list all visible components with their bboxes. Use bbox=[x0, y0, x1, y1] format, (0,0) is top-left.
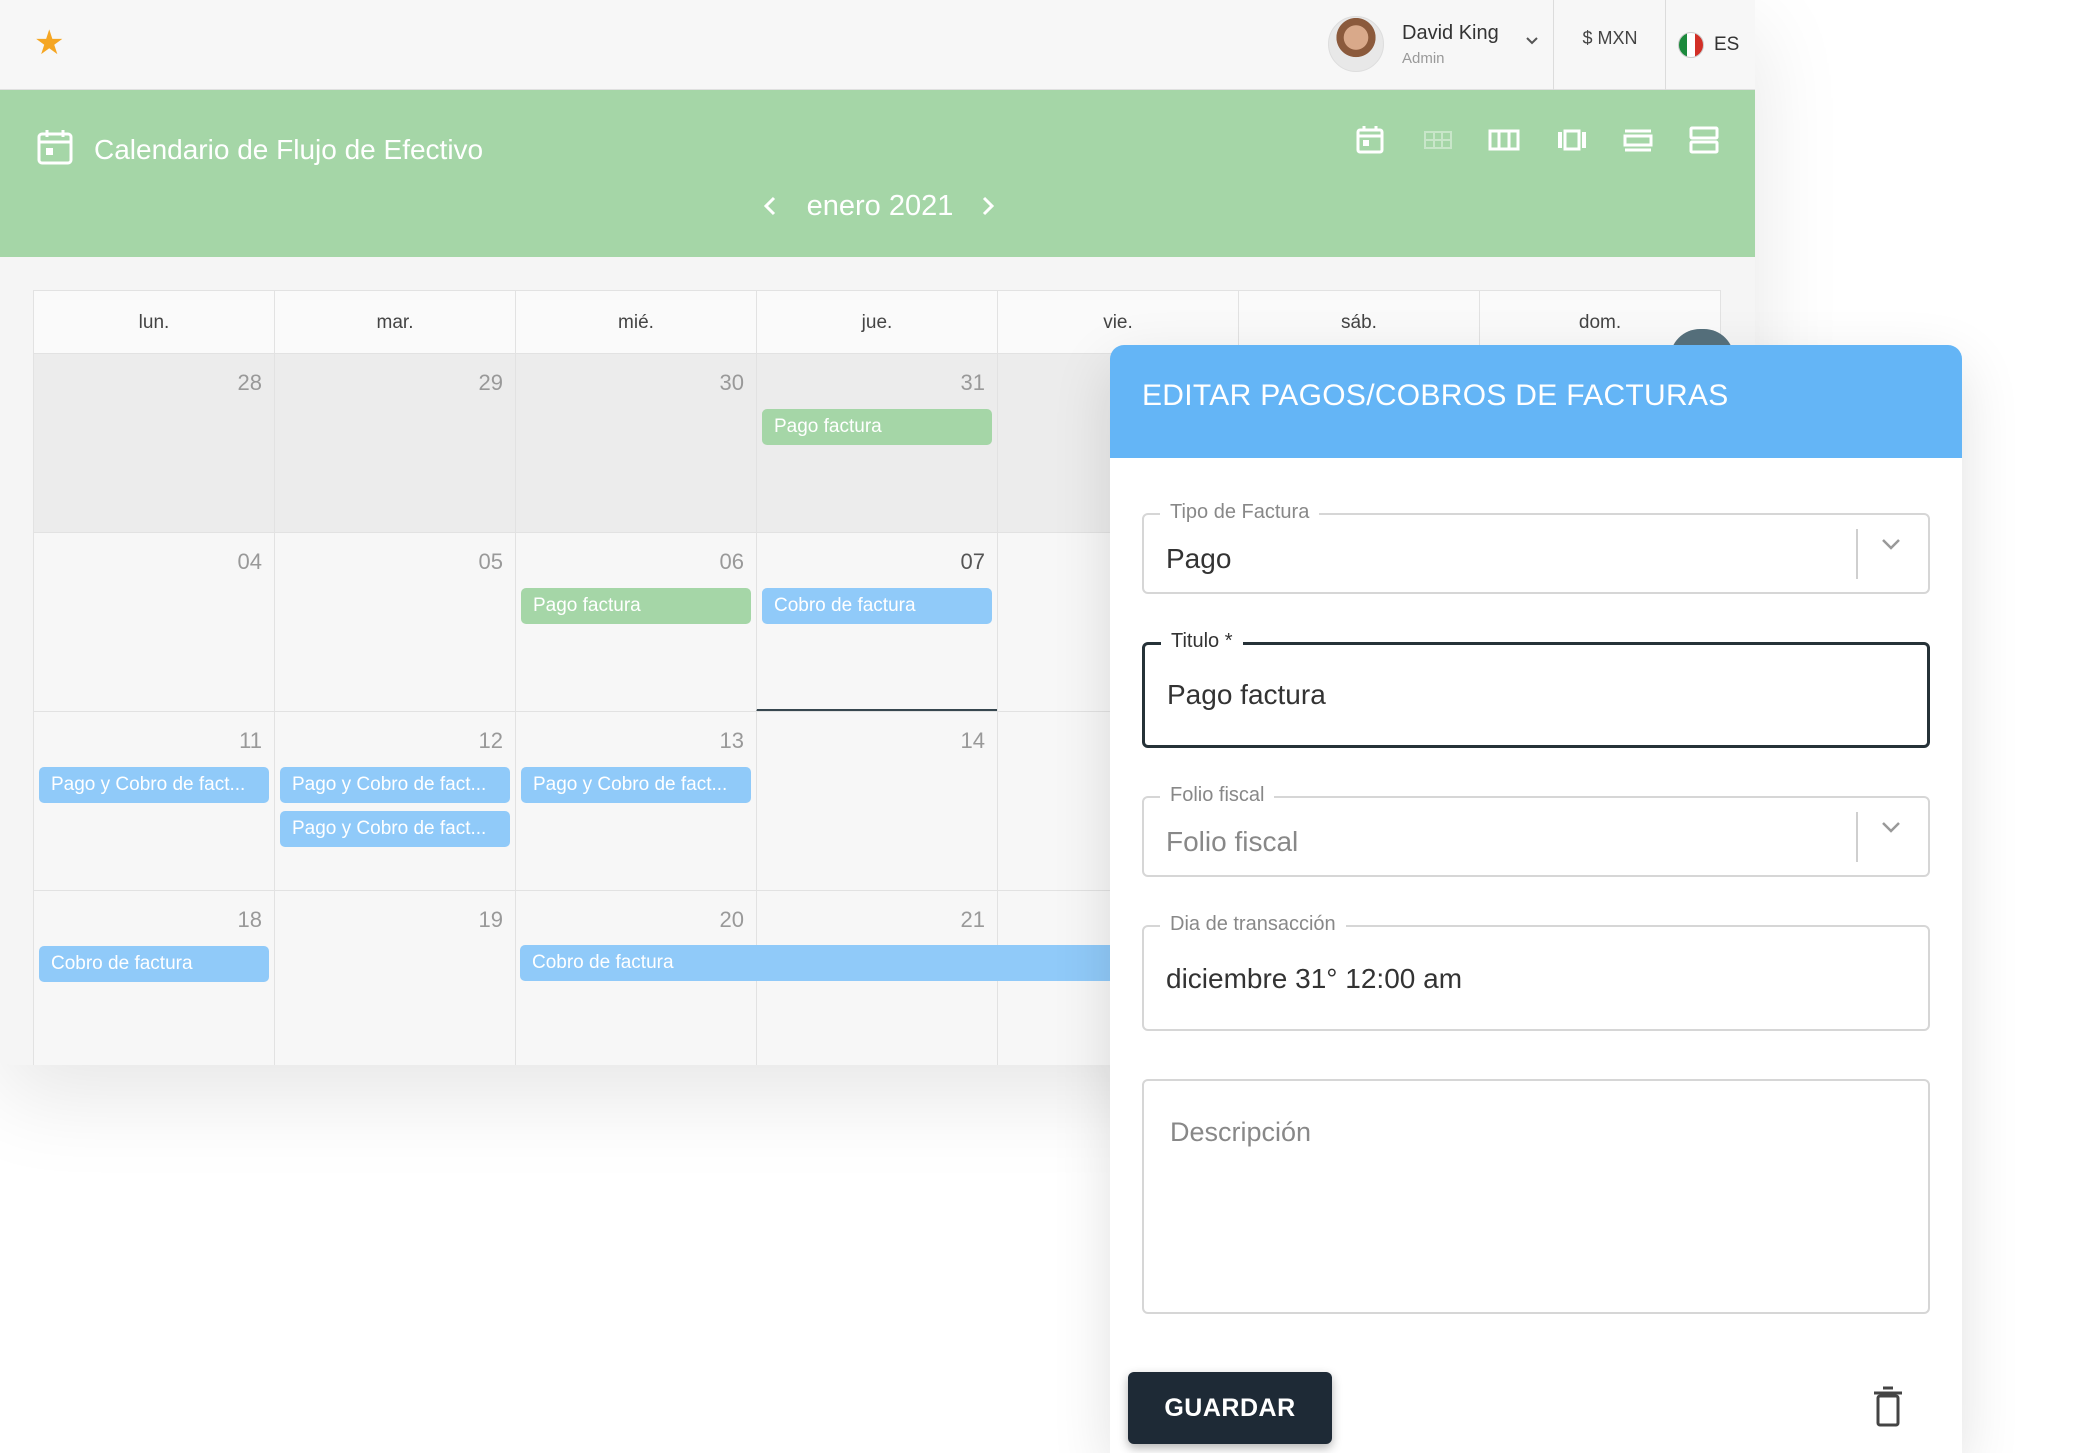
event-cobro[interactable]: Cobro de factura bbox=[762, 588, 992, 624]
edit-invoice-dialog: EDITAR PAGOS/COBROS DE FACTURAS Tipo de … bbox=[1110, 329, 1962, 1453]
day-number: 07 bbox=[960, 549, 985, 574]
day-number: 18 bbox=[237, 907, 262, 932]
next-month-button[interactable] bbox=[978, 192, 998, 226]
day-cell[interactable]: 14 bbox=[756, 711, 998, 891]
dialog-header: EDITAR PAGOS/COBROS DE FACTURAS bbox=[1110, 345, 1962, 458]
day-view-icon[interactable] bbox=[1352, 122, 1388, 158]
event-pago-cobro[interactable]: Pago y Cobro de fact... bbox=[280, 767, 510, 803]
field-label: Titulo * bbox=[1161, 630, 1243, 653]
language-code: ES bbox=[1714, 34, 1740, 55]
chevron-down-icon[interactable] bbox=[1524, 32, 1540, 53]
day-cell[interactable]: 05 bbox=[274, 532, 516, 712]
day-cell-today[interactable]: 07 Cobro de factura bbox=[756, 532, 998, 712]
field-placeholder: Descripción bbox=[1170, 1117, 1312, 1147]
day-number: 21 bbox=[960, 907, 985, 932]
day-cell[interactable]: 13 Pago y Cobro de fact... bbox=[515, 711, 757, 891]
dialog-title: EDITAR PAGOS/COBROS DE FACTURAS bbox=[1142, 379, 1729, 412]
weekday-header: mar. bbox=[274, 290, 516, 354]
day-cell[interactable]: 28 bbox=[33, 353, 275, 533]
field-label: Dia de transacción bbox=[1160, 913, 1346, 936]
event-pago[interactable]: Pago factura bbox=[521, 588, 751, 624]
trash-icon[interactable] bbox=[1870, 1385, 1906, 1429]
divider bbox=[1665, 0, 1666, 90]
day-number: 12 bbox=[478, 728, 503, 753]
currency-selector[interactable]: $ MXN bbox=[1556, 28, 1664, 49]
current-month-label: enero 2021 bbox=[806, 190, 954, 222]
divider bbox=[1553, 0, 1554, 90]
day-cell[interactable]: 30 bbox=[515, 353, 757, 533]
user-menu[interactable]: David King Admin bbox=[1328, 14, 1552, 76]
day-number: 11 bbox=[239, 728, 262, 753]
day-cell[interactable]: 29 bbox=[274, 353, 516, 533]
day-number: 20 bbox=[719, 907, 744, 932]
day-number: 06 bbox=[719, 549, 744, 574]
day-number: 04 bbox=[237, 549, 262, 574]
mexico-flag-icon bbox=[1678, 32, 1704, 58]
field-value: Pago factura bbox=[1167, 679, 1326, 710]
chevron-down-icon[interactable] bbox=[1878, 814, 1904, 840]
calendar-icon bbox=[37, 130, 73, 165]
field-value: diciembre 31° 12:00 am bbox=[1166, 963, 1463, 994]
tipo-factura-select[interactable]: Tipo de Factura Pago bbox=[1142, 501, 1930, 594]
day-number: 31 bbox=[960, 370, 985, 395]
day-number: 05 bbox=[478, 549, 503, 574]
day-number: 29 bbox=[478, 370, 503, 395]
agenda-view-icon[interactable] bbox=[1620, 122, 1656, 158]
event-pago-cobro[interactable]: Pago y Cobro de fact... bbox=[280, 811, 510, 847]
save-button[interactable]: GUARDAR bbox=[1128, 1372, 1332, 1444]
day-cell[interactable]: 19 bbox=[274, 890, 516, 1065]
field-label: Tipo de Factura bbox=[1160, 501, 1320, 524]
page-title: Calendario de Flujo de Efectivo bbox=[94, 134, 484, 165]
field-placeholder: Folio fiscal bbox=[1166, 826, 1299, 857]
language-selector[interactable]: ES bbox=[1674, 22, 1744, 62]
star-icon[interactable]: ★ bbox=[34, 26, 64, 60]
chevron-down-icon[interactable] bbox=[1878, 531, 1904, 557]
day-cell[interactable]: 12 Pago y Cobro de fact... Pago y Cobro … bbox=[274, 711, 516, 891]
select-divider bbox=[1856, 529, 1858, 579]
day-cell[interactable]: 18 Cobro de factura bbox=[33, 890, 275, 1065]
day-number: 28 bbox=[237, 370, 262, 395]
weekday-header: lun. bbox=[33, 290, 275, 354]
top-bar: ★ David King Admin $ MXN ES bbox=[0, 0, 1755, 90]
event-pago-cobro[interactable]: Pago y Cobro de fact... bbox=[39, 767, 269, 803]
day-number: 30 bbox=[719, 370, 744, 395]
previous-month-button[interactable] bbox=[760, 192, 780, 226]
transaction-date-field[interactable]: Dia de transacción diciembre 31° 12:00 a… bbox=[1142, 913, 1930, 1031]
day-cell[interactable]: 11 Pago y Cobro de fact... bbox=[33, 711, 275, 891]
description-textarea[interactable]: Descripción bbox=[1142, 1079, 1930, 1314]
week-view-icon[interactable] bbox=[1486, 122, 1522, 158]
event-pago[interactable]: Pago factura bbox=[762, 409, 992, 445]
day-number: 13 bbox=[719, 728, 744, 753]
weekday-header: jue. bbox=[756, 290, 998, 354]
month-grid-view-icon[interactable] bbox=[1420, 122, 1456, 158]
calendar-header: Calendario de Flujo de Efectivo enero 20… bbox=[0, 90, 1755, 257]
weekday-header: mié. bbox=[515, 290, 757, 354]
event-cobro[interactable]: Cobro de factura bbox=[39, 946, 269, 982]
user-name: David King bbox=[1402, 22, 1499, 44]
avatar bbox=[1328, 16, 1384, 72]
field-value: Pago bbox=[1166, 543, 1232, 574]
event-pago-cobro[interactable]: Pago y Cobro de fact... bbox=[521, 767, 751, 803]
day-cell[interactable]: 04 bbox=[33, 532, 275, 712]
day-cell[interactable]: 06 Pago factura bbox=[515, 532, 757, 712]
titulo-field[interactable]: Titulo * Pago factura bbox=[1142, 630, 1930, 748]
day-number: 19 bbox=[478, 907, 503, 932]
folio-fiscal-select[interactable]: Folio fiscal Folio fiscal bbox=[1142, 784, 1930, 877]
workweek-view-icon[interactable] bbox=[1554, 122, 1590, 158]
field-label: Folio fiscal bbox=[1160, 784, 1275, 807]
day-cell[interactable]: 31 Pago factura bbox=[756, 353, 998, 533]
list-view-icon[interactable] bbox=[1686, 122, 1722, 158]
user-role: Admin bbox=[1402, 50, 1445, 67]
select-divider bbox=[1856, 812, 1858, 862]
day-number: 14 bbox=[960, 728, 985, 753]
